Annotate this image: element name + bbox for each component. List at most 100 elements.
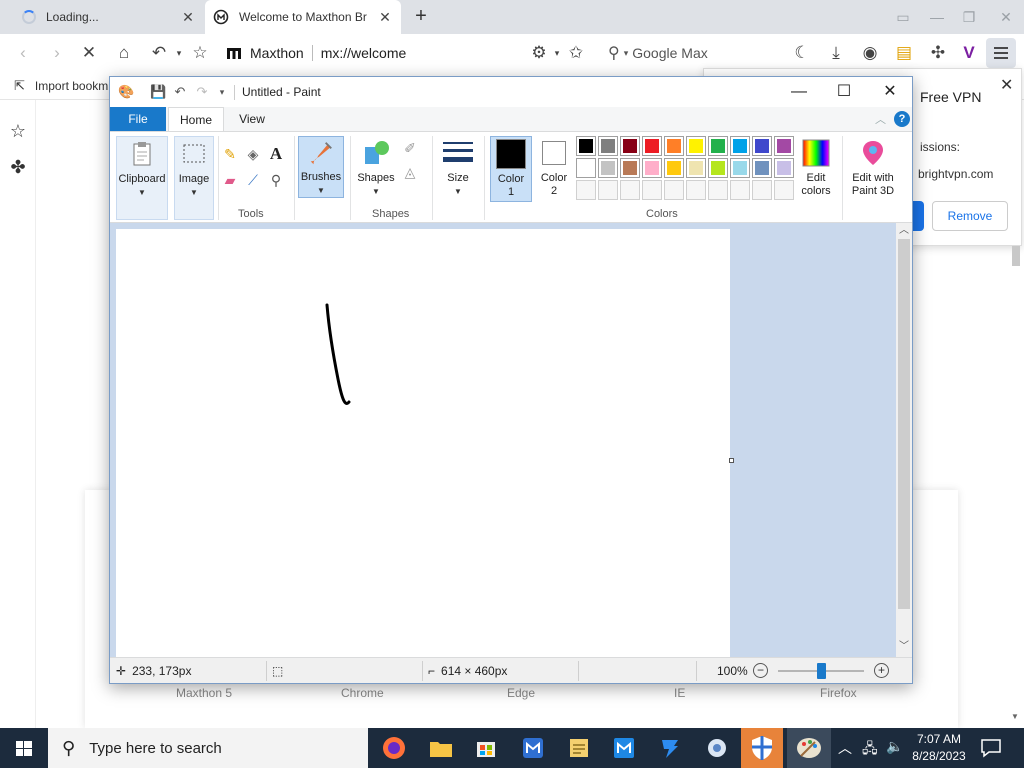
shapes-button[interactable]: Shapes ▼ — [354, 136, 398, 202]
save-icon[interactable]: 💾 — [150, 84, 166, 100]
color-swatch[interactable] — [774, 136, 794, 156]
color-swatch[interactable] — [686, 158, 706, 178]
show-hidden-icons-icon[interactable]: ︿ — [838, 738, 852, 758]
file-menu-tab[interactable]: File — [110, 107, 166, 131]
color-swatch[interactable] — [774, 158, 794, 178]
minimize-icon[interactable]: — — [926, 6, 948, 28]
zoom-out-icon[interactable]: − — [753, 663, 768, 678]
favorite-star-icon[interactable]: ☆ — [189, 42, 211, 64]
home-icon[interactable]: ⌂ — [113, 42, 135, 64]
browser-option-label[interactable]: Maxthon 5 — [176, 686, 232, 700]
color-swatch[interactable] — [642, 136, 662, 156]
canvas-scrollbar[interactable]: ︿ ﹀ — [896, 223, 912, 657]
bright-vpn-icon[interactable] — [656, 734, 684, 762]
zoom-slider-thumb[interactable] — [817, 663, 826, 679]
scroll-down-icon[interactable]: ▼ — [1011, 712, 1019, 721]
vpn-remove-button[interactable]: Remove — [932, 201, 1008, 231]
image-button[interactable]: Image ▼ — [174, 136, 214, 220]
text-tool-icon[interactable]: A — [266, 144, 286, 164]
network-icon[interactable]: 🖧 — [862, 738, 878, 762]
eraser-icon[interactable]: ▰ — [220, 170, 240, 190]
scrollbar-thumb[interactable] — [898, 239, 910, 609]
color-picker-icon[interactable]: ⟋ — [243, 170, 263, 190]
file-explorer-icon[interactable] — [427, 734, 455, 762]
maximize-icon[interactable]: ☐ — [824, 81, 864, 103]
favorites-star-icon[interactable]: ☆ — [7, 120, 29, 142]
close-tab-icon[interactable]: ✕ — [377, 9, 393, 26]
firefox-icon[interactable] — [380, 734, 408, 762]
notes-icon[interactable]: ▤ — [893, 42, 915, 64]
browser-option-label[interactable]: Chrome — [341, 686, 384, 700]
close-window-icon[interactable]: ✕ — [995, 6, 1017, 28]
vpn-extension-icon[interactable]: V — [958, 42, 980, 64]
paint-app-icon[interactable]: 🎨 — [118, 84, 134, 100]
brushes-button[interactable]: Brushes ▼ — [298, 136, 344, 198]
dark-mode-moon-icon[interactable]: ☾ — [791, 42, 813, 64]
tab-welcome[interactable]: Welcome to Maxthon Br ✕ — [205, 0, 401, 34]
color-swatch[interactable] — [730, 136, 750, 156]
tab-view[interactable]: View — [228, 107, 276, 131]
clipboard-button[interactable]: Clipboard ▼ — [116, 136, 168, 220]
undo-close-icon[interactable]: ↶ — [148, 42, 170, 64]
color-swatch[interactable] — [598, 136, 618, 156]
zoom-in-icon[interactable]: + — [874, 663, 889, 678]
tab-home[interactable]: Home — [168, 107, 224, 131]
color2-button[interactable]: Color 2 — [534, 136, 574, 202]
browser-option-label[interactable]: IE — [674, 686, 685, 700]
empty-color-swatch[interactable] — [752, 180, 772, 200]
scroll-up-icon[interactable]: ︿ — [896, 223, 912, 239]
empty-color-swatch[interactable] — [620, 180, 640, 200]
sidebar-toggle-icon[interactable]: ▭ — [892, 6, 914, 28]
empty-color-swatch[interactable] — [598, 180, 618, 200]
settings-app-icon[interactable] — [703, 734, 731, 762]
extensions-puzzle-icon[interactable]: ✣ — [927, 42, 949, 64]
download-icon[interactable]: ⤓ — [825, 42, 847, 64]
screenshot-camera-icon[interactable]: ◉ — [859, 42, 881, 64]
edit-with-paint3d-button[interactable]: Edit with Paint 3D — [846, 136, 900, 202]
color-swatch[interactable] — [752, 136, 772, 156]
empty-color-swatch[interactable] — [664, 180, 684, 200]
color-swatch[interactable] — [620, 136, 640, 156]
color-swatch[interactable] — [576, 136, 596, 156]
color-swatch[interactable] — [576, 158, 596, 178]
taskbar-paint-app[interactable] — [787, 728, 831, 768]
color1-button[interactable]: Color 1 — [490, 136, 532, 202]
color-swatch[interactable] — [664, 158, 684, 178]
system-clock[interactable]: 7:07 AM 8/28/2023 — [908, 731, 970, 765]
color-swatch[interactable] — [730, 158, 750, 178]
empty-color-swatch[interactable] — [774, 180, 794, 200]
canvas-resize-handle[interactable] — [729, 458, 734, 463]
new-tab-plus-icon[interactable]: + — [410, 6, 432, 28]
color-swatch[interactable] — [664, 136, 684, 156]
forward-arrow-icon[interactable]: › — [46, 42, 68, 64]
volume-icon[interactable]: 🔈 — [886, 738, 903, 755]
store-icon[interactable] — [472, 734, 500, 762]
scroll-down-icon[interactable]: ﹀ — [896, 639, 912, 655]
empty-color-swatch[interactable] — [708, 180, 728, 200]
color-swatch[interactable] — [708, 136, 728, 156]
minimize-icon[interactable]: — — [779, 81, 819, 103]
empty-color-swatch[interactable] — [642, 180, 662, 200]
undo-icon[interactable]: ↶ — [172, 84, 188, 100]
search-box[interactable]: ⚲ ▾ Google Max — [600, 39, 780, 67]
redo-icon[interactable]: ↷ — [194, 84, 210, 100]
main-menu-button[interactable] — [986, 38, 1016, 68]
maxthon-app-icon[interactable] — [610, 734, 638, 762]
size-button[interactable]: Size ▼ — [438, 136, 478, 202]
color-swatch[interactable] — [620, 158, 640, 178]
magnifier-icon[interactable]: ⚲ — [266, 170, 286, 190]
empty-color-swatch[interactable] — [576, 180, 596, 200]
color-swatch[interactable] — [598, 158, 618, 178]
notifications-icon[interactable] — [980, 738, 1002, 758]
color-swatch[interactable] — [686, 136, 706, 156]
empty-color-swatch[interactable] — [686, 180, 706, 200]
browser-option-label[interactable]: Firefox — [820, 686, 857, 700]
empty-color-swatch[interactable] — [730, 180, 750, 200]
color-swatch[interactable] — [642, 158, 662, 178]
outline-icon[interactable]: ✐ — [400, 138, 420, 158]
taskbar-search-box[interactable]: ⚲ Type here to search — [48, 728, 368, 768]
maxthon-taskbar-icon[interactable] — [519, 734, 547, 762]
scrollbar-thumb[interactable] — [1012, 246, 1020, 266]
minimize-ribbon-icon[interactable]: ︿ — [875, 111, 886, 127]
back-arrow-icon[interactable]: ‹ — [12, 42, 34, 64]
